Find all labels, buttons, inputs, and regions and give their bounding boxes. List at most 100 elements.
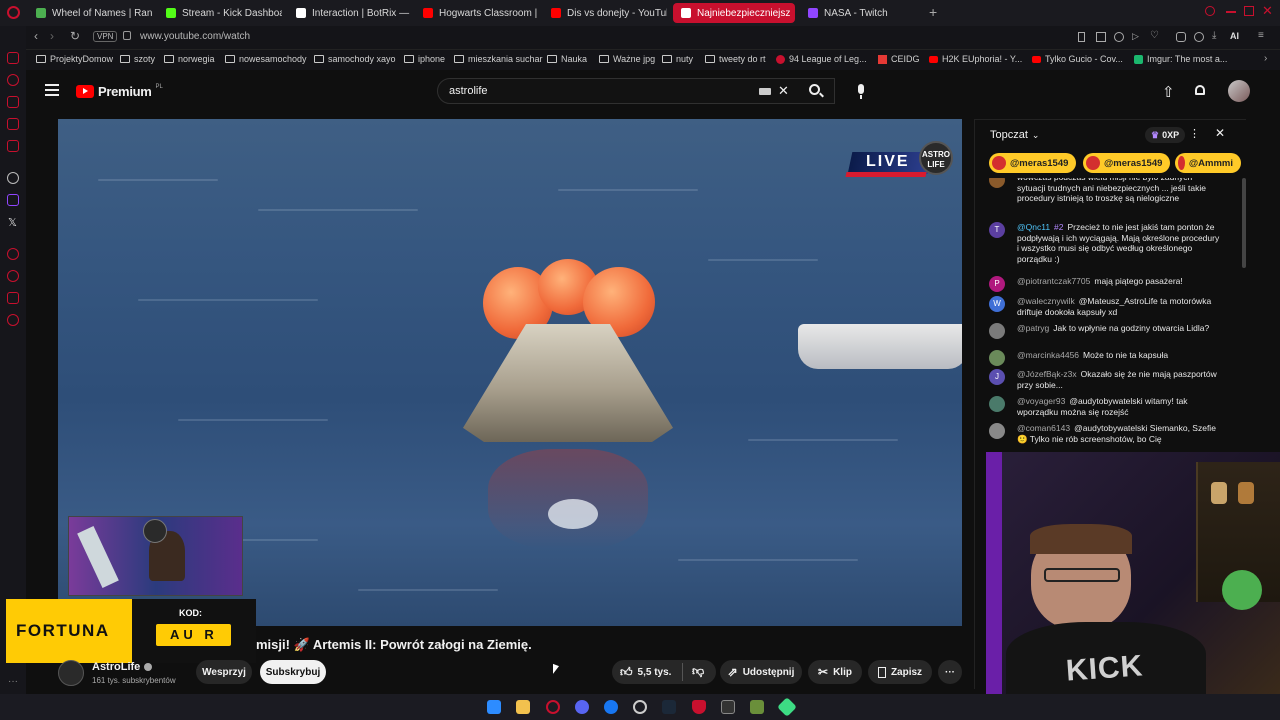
download-icon[interactable]: ⤓ [1212, 30, 1216, 41]
dislike-button[interactable]: 👎︎ [692, 664, 704, 679]
bookmark-item[interactable]: szoty [120, 54, 155, 64]
youtube-premium-logo[interactable]: Premium PL [76, 84, 163, 99]
opera-icon[interactable] [546, 700, 560, 714]
subscribe-button[interactable]: Subskrybuj [260, 660, 326, 684]
app-icon[interactable] [777, 697, 797, 717]
terminal-icon[interactable] [721, 700, 735, 714]
tab-botrix[interactable]: Interaction | BotRix — Clo [288, 3, 412, 23]
notifications-button[interactable] [1193, 84, 1207, 98]
like-button[interactable]: 👍︎ 5,5 tys. [620, 664, 676, 680]
pinned-supporter-chip[interactable]: @meras1549 [989, 153, 1077, 173]
play-icon[interactable]: ▷ [1132, 31, 1139, 42]
pinned-supporter-chip[interactable]: @Ammmi [1175, 153, 1241, 173]
search-button[interactable] [800, 78, 834, 104]
bookmark-item[interactable]: H2K EUphoria! - Y... [929, 54, 1022, 64]
tab-wheel-of-names[interactable]: Wheel of Names | Random [28, 3, 152, 23]
reload-icon[interactable]: ↻ [70, 29, 80, 43]
bookmark-item[interactable]: nowesamochody [225, 54, 307, 64]
messenger-icon[interactable] [7, 52, 19, 64]
clear-search-icon[interactable]: ✕ [778, 83, 789, 99]
heart-icon[interactable]: ♡ [1150, 30, 1159, 41]
bookmark-item[interactable]: 94 League of Leg... [776, 54, 867, 64]
settings-icon[interactable] [7, 314, 19, 326]
bookmark-icon[interactable] [1078, 32, 1085, 42]
bookmark-item[interactable]: ProjektyDomow [36, 54, 113, 64]
search-tabs-icon[interactable] [1205, 6, 1215, 16]
wallet-icon[interactable] [1194, 32, 1204, 42]
save-button[interactable]: Zapisz [868, 660, 932, 684]
file-explorer-icon[interactable] [516, 700, 530, 714]
extensions-icon[interactable] [1176, 32, 1186, 42]
clock-icon[interactable] [7, 248, 19, 260]
keyboard-icon[interactable] [759, 88, 771, 95]
clip-button[interactable]: ✂ Klip [808, 660, 862, 684]
tab-dis-vs-donejty[interactable]: Dis vs donejty - YouTube [543, 3, 667, 23]
shield-icon[interactable] [692, 700, 706, 714]
chat-icon[interactable] [7, 118, 19, 130]
share-button[interactable]: ⇗ Udostępnij [720, 660, 802, 684]
steam-icon[interactable] [662, 700, 676, 714]
url-field[interactable]: www.youtube.com/watch [140, 31, 250, 42]
bag-icon[interactable] [7, 96, 19, 108]
account-avatar[interactable] [1228, 80, 1250, 102]
pinned-supporter-chip[interactable]: @meras1549 [1083, 153, 1171, 173]
bookmark-item[interactable]: mieszkania suchar [454, 54, 543, 64]
more-icon[interactable]: ··· [8, 676, 18, 687]
x-icon[interactable]: 𝕏 [8, 216, 17, 229]
upload-icon[interactable]: ⇧ [1162, 83, 1175, 101]
more-bookmarks-icon[interactable]: › [1264, 53, 1267, 64]
tab-hogwarts[interactable]: Hogwarts Classroom | Ha [415, 3, 539, 23]
bookmark-item[interactable]: nuty [662, 54, 693, 64]
back-icon[interactable]: ‹ [34, 29, 38, 43]
chat-menu-icon[interactable]: ⋮ [1189, 127, 1200, 140]
music-icon[interactable] [7, 140, 19, 152]
windows-start-icon[interactable] [487, 700, 501, 714]
bookmark-item[interactable]: samochody xayo [314, 54, 396, 64]
rocket-model [77, 526, 119, 588]
facebook-icon[interactable] [604, 700, 618, 714]
channel-name[interactable]: AstroLife [92, 661, 153, 673]
history-2-icon[interactable] [7, 270, 19, 282]
close-chat-icon[interactable]: ✕ [1215, 126, 1225, 140]
tab-kick-dashboard[interactable]: Stream - Kick Dashboard [158, 3, 282, 23]
minecraft-icon[interactable] [750, 700, 764, 714]
support-button[interactable]: Wesprzyj [196, 660, 252, 684]
chat-mode-dropdown[interactable]: Topczat ⌄ [990, 129, 1039, 141]
voice-search-button[interactable] [852, 79, 870, 103]
adblock-icon[interactable] [1114, 32, 1124, 42]
forward-icon[interactable]: › [50, 29, 54, 43]
history-icon[interactable] [7, 74, 19, 86]
bookmark-item[interactable]: iphone [404, 54, 445, 64]
snapshot-icon[interactable] [1096, 32, 1106, 42]
channel-avatar[interactable] [58, 660, 84, 686]
discord-icon[interactable] [575, 700, 589, 714]
lock-icon [123, 31, 131, 40]
bookmark-item[interactable]: Nauka [547, 54, 587, 64]
extensions-icon[interactable] [7, 292, 19, 304]
bookmark-item[interactable]: Tylko Gucio - Cov... [1032, 54, 1123, 64]
maximize-button[interactable] [1244, 6, 1254, 16]
minimize-button[interactable] [1226, 11, 1236, 13]
new-tab-button[interactable]: + [929, 4, 937, 20]
folder-icon [314, 55, 324, 63]
hamburger-menu-icon[interactable] [45, 84, 59, 96]
bookmark-item[interactable]: Imgur: The most a... [1134, 54, 1227, 64]
menu-icon[interactable]: ≡ [1258, 30, 1264, 41]
close-window-button[interactable]: ✕ [1262, 3, 1273, 19]
more-actions-button[interactable]: ··· [938, 660, 962, 684]
xp-badge[interactable]: ♛ 0XP [1145, 127, 1186, 143]
search-input[interactable]: astrolife ✕ [437, 78, 835, 104]
bookmark-item[interactable]: Ważne jpg [599, 54, 655, 64]
chat-scrollbar[interactable] [1242, 178, 1246, 268]
obs-icon[interactable] [633, 700, 647, 714]
openai-icon[interactable] [7, 172, 19, 184]
aria-ai-button[interactable]: AI [1230, 31, 1239, 41]
bookmark-item[interactable]: tweety do rt [705, 54, 766, 64]
tab-active-video[interactable]: Najniebezpieczniejsz [673, 3, 795, 23]
tab-nasa-twitch[interactable]: NASA - Twitch [800, 3, 924, 23]
twitch-icon[interactable] [7, 194, 19, 206]
vpn-badge[interactable]: VPN [93, 31, 118, 42]
bookmark-item[interactable]: norwegia [164, 54, 215, 64]
bookmark-item[interactable]: CEIDG [878, 54, 920, 64]
opera-logo-icon[interactable] [7, 6, 20, 19]
